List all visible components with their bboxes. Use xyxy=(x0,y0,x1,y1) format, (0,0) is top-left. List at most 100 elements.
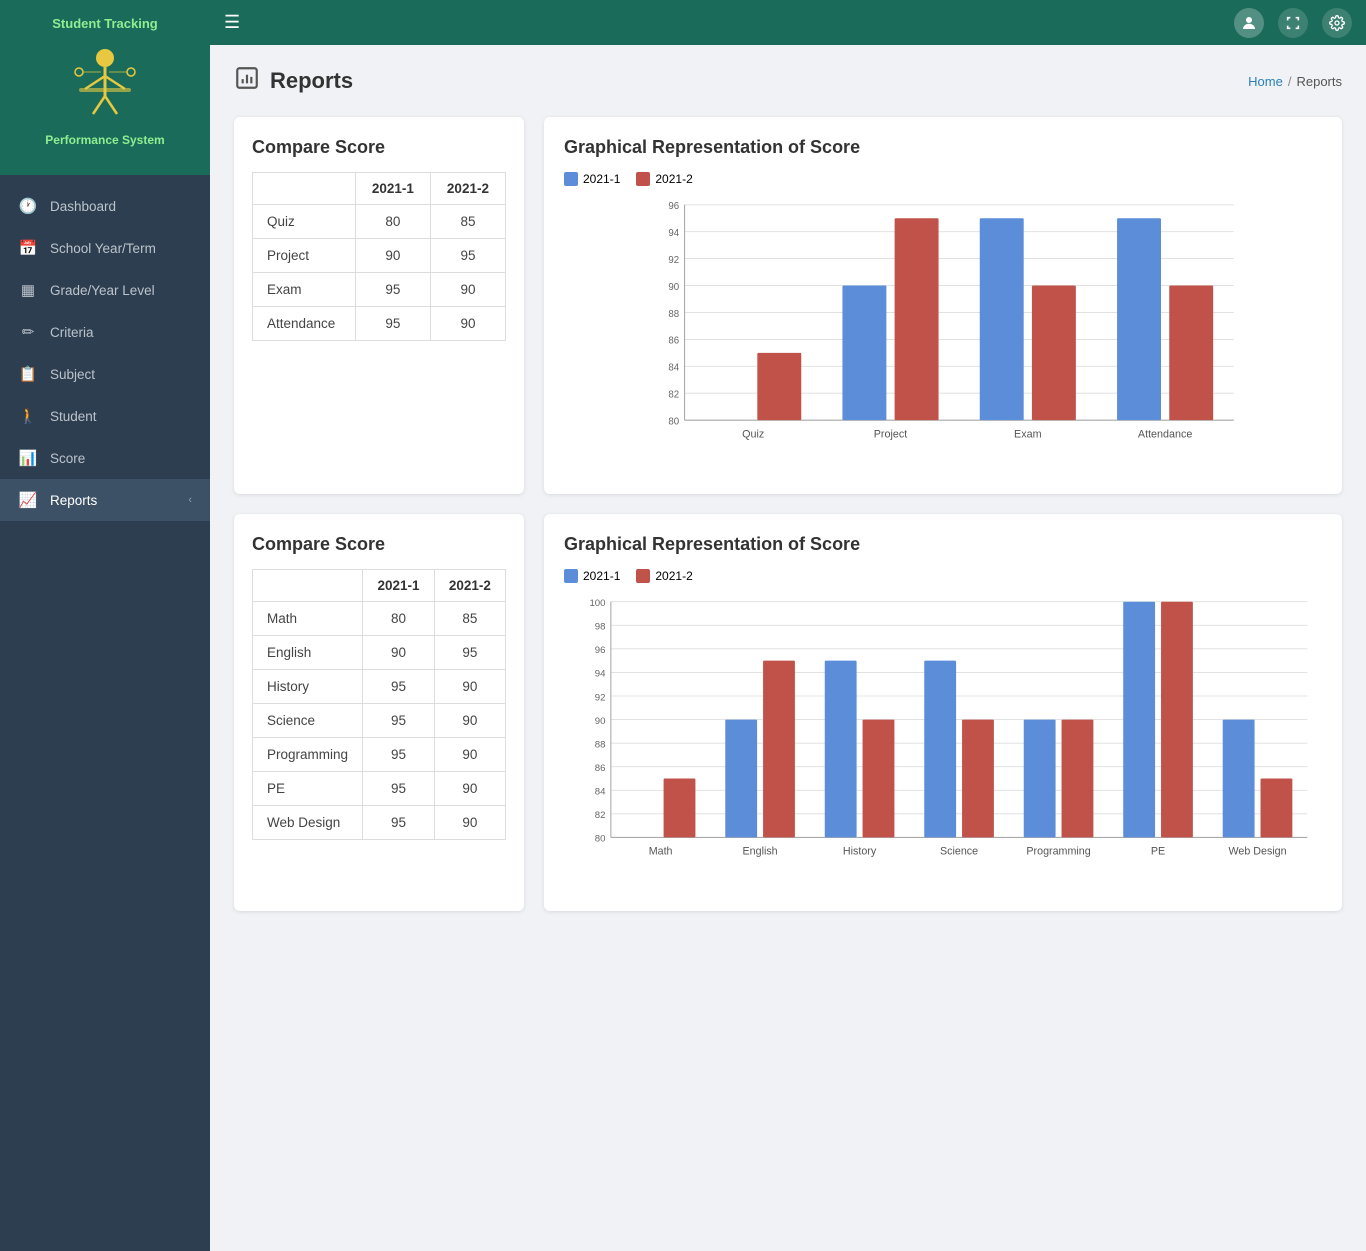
row-v1: 95 xyxy=(363,738,434,772)
row-v1: 95 xyxy=(363,704,434,738)
chart1-legend-2: 2021-2 xyxy=(636,172,692,186)
table1-col1-header: 2021-1 xyxy=(355,173,430,205)
row-v1: 95 xyxy=(355,273,430,307)
row-label: Attendance xyxy=(253,307,356,341)
page-content: Reports Home / Reports Compare Score 202… xyxy=(210,45,1366,1251)
chart1-wrapper: 808284868890929496QuizProjectExamAttenda… xyxy=(564,194,1322,474)
row-label: History xyxy=(253,670,363,704)
row-v2: 95 xyxy=(430,239,505,273)
table2-col0-header xyxy=(253,570,363,602)
chart-2-card: Graphical Representation of Score 2021-1… xyxy=(544,514,1342,911)
sidebar-item-dashboard[interactable]: 🕐 Dashboard xyxy=(0,185,210,227)
svg-text:90: 90 xyxy=(668,282,679,293)
sidebar-item-student[interactable]: 🚶 Student xyxy=(0,395,210,437)
sidebar-item-criteria[interactable]: ✏ Criteria xyxy=(0,311,210,353)
svg-text:84: 84 xyxy=(595,787,606,798)
svg-text:100: 100 xyxy=(589,598,605,609)
row-v1: 95 xyxy=(363,772,434,806)
chart2-wrapper: 80828486889092949698100MathEnglishHistor… xyxy=(564,591,1322,891)
svg-text:98: 98 xyxy=(595,622,606,633)
row-label: Project xyxy=(253,239,356,273)
sidebar-logo: Student Tracking Performance System xyxy=(0,0,210,175)
breadcrumb-home[interactable]: Home xyxy=(1248,74,1283,89)
svg-text:92: 92 xyxy=(668,255,679,266)
nav-icon-student: 🚶 xyxy=(18,406,38,426)
svg-text:86: 86 xyxy=(668,336,679,347)
sidebar-item-score[interactable]: 📊 Score xyxy=(0,437,210,479)
svg-text:80: 80 xyxy=(595,834,606,845)
chart1-legend-1-dot xyxy=(564,172,578,186)
chart1-legend-1: 2021-1 xyxy=(564,172,620,186)
compare-score-table-2: Compare Score 2021-1 2021-2 Math 80 85 E… xyxy=(234,514,524,911)
nav-label-student: Student xyxy=(50,409,192,424)
sidebar: Student Tracking Performance System xyxy=(0,0,210,1251)
svg-text:84: 84 xyxy=(668,363,679,374)
table1-col2-header: 2021-2 xyxy=(430,173,505,205)
sidebar-item-grade-level[interactable]: ▦ Grade/Year Level xyxy=(0,269,210,311)
settings-button[interactable] xyxy=(1322,8,1352,38)
chart2-legend-2-label: 2021-2 xyxy=(655,569,692,583)
table-row: Math 80 85 xyxy=(253,602,506,636)
nav-icon-school-year: 📅 xyxy=(18,238,38,258)
svg-text:94: 94 xyxy=(595,669,606,680)
nav-label-school-year: School Year/Term xyxy=(50,241,192,256)
table1-col0-header xyxy=(253,173,356,205)
main-area: ☰ Reports Home / xyxy=(210,0,1366,1251)
table1-title: Compare Score xyxy=(252,137,506,158)
table-row: Quiz 80 85 xyxy=(253,205,506,239)
sidebar-item-school-year[interactable]: 📅 School Year/Term xyxy=(0,227,210,269)
svg-text:82: 82 xyxy=(668,390,679,401)
row-label: Exam xyxy=(253,273,356,307)
row-v1: 80 xyxy=(355,205,430,239)
menu-icon[interactable]: ☰ xyxy=(224,12,240,33)
svg-text:80: 80 xyxy=(668,416,679,427)
nav-label-dashboard: Dashboard xyxy=(50,199,192,214)
row-v1: 90 xyxy=(355,239,430,273)
table-row: Science 95 90 xyxy=(253,704,506,738)
svg-text:86: 86 xyxy=(595,763,606,774)
svg-text:Exam: Exam xyxy=(1014,428,1042,440)
row-label: Math xyxy=(253,602,363,636)
row-v1: 95 xyxy=(363,806,434,840)
svg-text:90: 90 xyxy=(595,716,606,727)
chart2-legend-2-dot xyxy=(636,569,650,583)
row-v2: 90 xyxy=(434,772,505,806)
score-table-2: 2021-1 2021-2 Math 80 85 English 90 95 H… xyxy=(252,569,506,840)
topbar-icons xyxy=(1234,8,1352,38)
user-button[interactable] xyxy=(1234,8,1264,38)
svg-text:Quiz: Quiz xyxy=(742,428,764,440)
nav-icon-subject: 📋 xyxy=(18,364,38,384)
nav-icon-grade-level: ▦ xyxy=(18,280,38,300)
row-v2: 90 xyxy=(434,738,505,772)
sidebar-item-reports[interactable]: 📈 Reports ‹ xyxy=(0,479,210,521)
sidebar-item-subject[interactable]: 📋 Subject xyxy=(0,353,210,395)
chart-1-card: Graphical Representation of Score 2021-1… xyxy=(544,117,1342,494)
chart1-legend-2-label: 2021-2 xyxy=(655,172,692,186)
svg-text:Programming: Programming xyxy=(1026,846,1090,858)
chart1-title: Graphical Representation of Score xyxy=(564,137,1322,158)
table-row: Project 90 95 xyxy=(253,239,506,273)
nav-arrow-reports: ‹ xyxy=(188,494,192,506)
row-label: Web Design xyxy=(253,806,363,840)
svg-text:Project: Project xyxy=(874,428,907,440)
row-v2: 90 xyxy=(434,704,505,738)
nav-icon-criteria: ✏ xyxy=(18,322,38,342)
app-title-line1: Student Tracking xyxy=(52,16,157,33)
expand-button[interactable] xyxy=(1278,8,1308,38)
row-v2: 90 xyxy=(430,273,505,307)
app-logo xyxy=(60,39,150,129)
chart2-legend: 2021-1 2021-2 xyxy=(564,569,1322,583)
chart2-title: Graphical Representation of Score xyxy=(564,534,1322,555)
svg-text:92: 92 xyxy=(595,692,606,703)
nav-label-criteria: Criteria xyxy=(50,325,192,340)
row-v1: 80 xyxy=(363,602,434,636)
table-row: History 95 90 xyxy=(253,670,506,704)
svg-text:94: 94 xyxy=(668,228,679,239)
row-v1: 95 xyxy=(363,670,434,704)
row-v2: 85 xyxy=(430,205,505,239)
row-v1: 95 xyxy=(355,307,430,341)
chart1-legend-2-dot xyxy=(636,172,650,186)
table-row: English 90 95 xyxy=(253,636,506,670)
svg-text:Science: Science xyxy=(940,846,978,858)
row-v2: 90 xyxy=(434,670,505,704)
